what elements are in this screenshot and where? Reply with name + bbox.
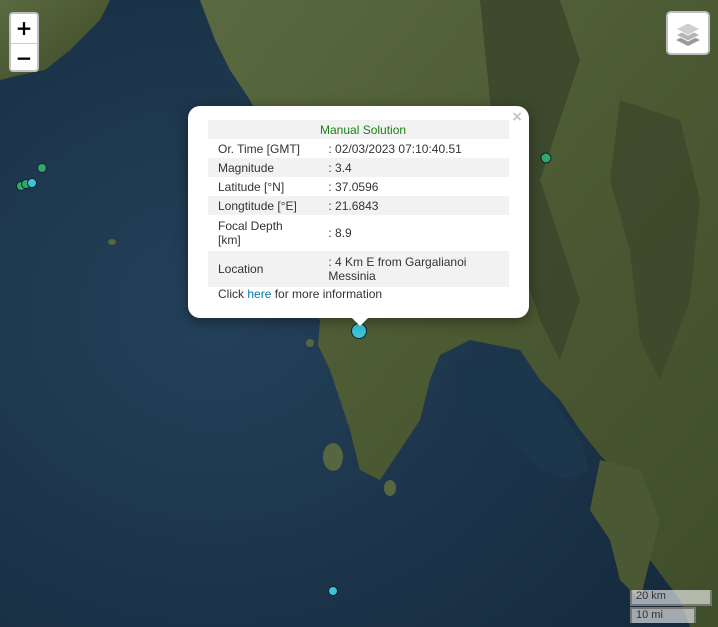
popup-tip (350, 316, 370, 326)
table-row: Latitude [°N] : 37.0596 (208, 177, 509, 196)
scale-km: 20 km (630, 590, 712, 606)
event-marker[interactable] (37, 163, 47, 173)
row-value: : 4 Km E from Gargalianoi Messinia (328, 255, 467, 283)
layers-button[interactable] (666, 11, 710, 55)
row-label: Location (218, 262, 264, 276)
row-label: Latitude [°N] (218, 179, 285, 194)
table-row: Manual Solution (208, 120, 509, 139)
event-marker[interactable] (328, 586, 338, 596)
row-value: : 02/03/2023 07:10:40.51 (328, 141, 462, 156)
more-info-link[interactable]: here (247, 287, 271, 301)
popup-title: Manual Solution (320, 122, 407, 137)
table-row: Magnitude : 3.4 (208, 158, 509, 177)
zoom-out-button[interactable]: − (11, 43, 37, 70)
row-value: : 8.9 (328, 226, 352, 240)
row-value: : 37.0596 (328, 179, 379, 194)
event-popup: × Manual Solution Or. Time [GMT] : 02/03… (188, 106, 529, 318)
island (384, 480, 396, 496)
island (323, 443, 343, 471)
scale-mi: 10 mi (630, 607, 696, 623)
zoom-in-button[interactable]: + (11, 14, 37, 43)
close-icon[interactable]: × (511, 109, 523, 125)
island (108, 239, 116, 245)
row-label: Focal Depth [km] (218, 219, 283, 247)
more-info-text: Click here for more information (218, 287, 382, 301)
row-label: Or. Time [GMT] (218, 141, 301, 156)
row-label: Magnitude (218, 160, 275, 175)
more-suffix: for more information (271, 287, 383, 301)
table-row: Or. Time [GMT] : 02/03/2023 07:10:40.51 (208, 139, 509, 158)
row-label: Longtitude [°E] (218, 198, 297, 213)
zoom-control: + − (9, 12, 39, 72)
table-row: Location : 4 Km E from Gargalianoi Messi… (208, 251, 509, 287)
event-marker[interactable] (27, 178, 37, 188)
row-value: : 3.4 (328, 160, 352, 175)
table-row: Longtitude [°E] : 21.6843 (208, 196, 509, 215)
island (306, 339, 314, 347)
table-row: Focal Depth [km] : 8.9 (208, 215, 509, 251)
more-prefix: Click (218, 287, 248, 301)
event-info-table: Manual Solution Or. Time [GMT] : 02/03/2… (208, 120, 509, 287)
row-value: : 21.6843 (328, 198, 379, 213)
event-marker[interactable] (540, 152, 552, 164)
layers-icon (675, 22, 701, 46)
